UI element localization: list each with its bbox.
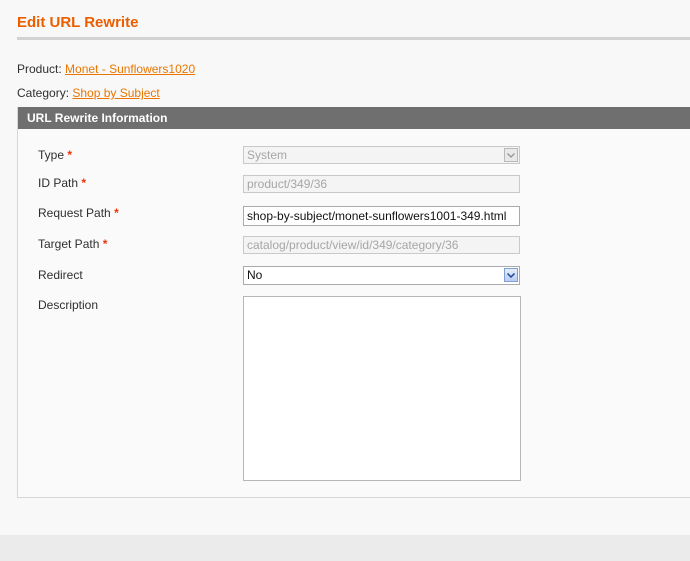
description-label: Description [38,298,98,312]
required-marker: * [81,176,87,190]
target-path-label: Target Path * [38,237,107,251]
category-label: Category: [17,86,70,100]
description-textarea[interactable] [243,296,521,481]
chevron-down-icon [504,268,518,282]
product-line: Product: Monet - Sunflowers1020 [17,62,195,76]
type-label-text: Type [38,148,65,162]
target-path-label-text: Target Path [38,237,100,251]
type-label: Type * [38,148,72,162]
type-select-value: System [247,148,288,162]
required-marker: * [102,237,108,251]
id-path-label-text: ID Path [38,176,79,190]
redirect-label-text: Redirect [38,268,83,282]
redirect-label: Redirect [38,268,83,282]
redirect-select-value: No [247,268,263,282]
title-divider [17,37,690,40]
required-marker: * [114,206,119,220]
fieldset-header: URL Rewrite Information [18,107,690,129]
description-label-text: Description [38,298,99,312]
url-rewrite-fieldset: URL Rewrite Information Type * System ID… [17,107,690,498]
page-title: Edit URL Rewrite [17,14,139,31]
product-label: Product: [17,62,62,76]
id-path-label: ID Path * [38,176,86,190]
request-path-label-text: Request Path [38,206,111,220]
target-path-input[interactable]: catalog/product/view/id/349/category/36 [243,236,520,254]
product-link[interactable]: Monet - Sunflowers1020 [65,62,195,76]
request-path-label: Request Path * [38,206,119,220]
category-line: Category: Shop by Subject [17,86,160,100]
id-path-input[interactable]: product/349/36 [243,175,520,193]
category-link[interactable]: Shop by Subject [72,86,159,100]
request-path-input[interactable]: shop-by-subject/monet-sunflowers1001-349… [243,206,520,226]
redirect-select[interactable]: No [243,266,520,285]
required-marker: * [67,148,73,162]
chevron-down-icon [504,148,518,162]
footer-band [0,535,690,561]
type-select[interactable]: System [243,146,520,164]
